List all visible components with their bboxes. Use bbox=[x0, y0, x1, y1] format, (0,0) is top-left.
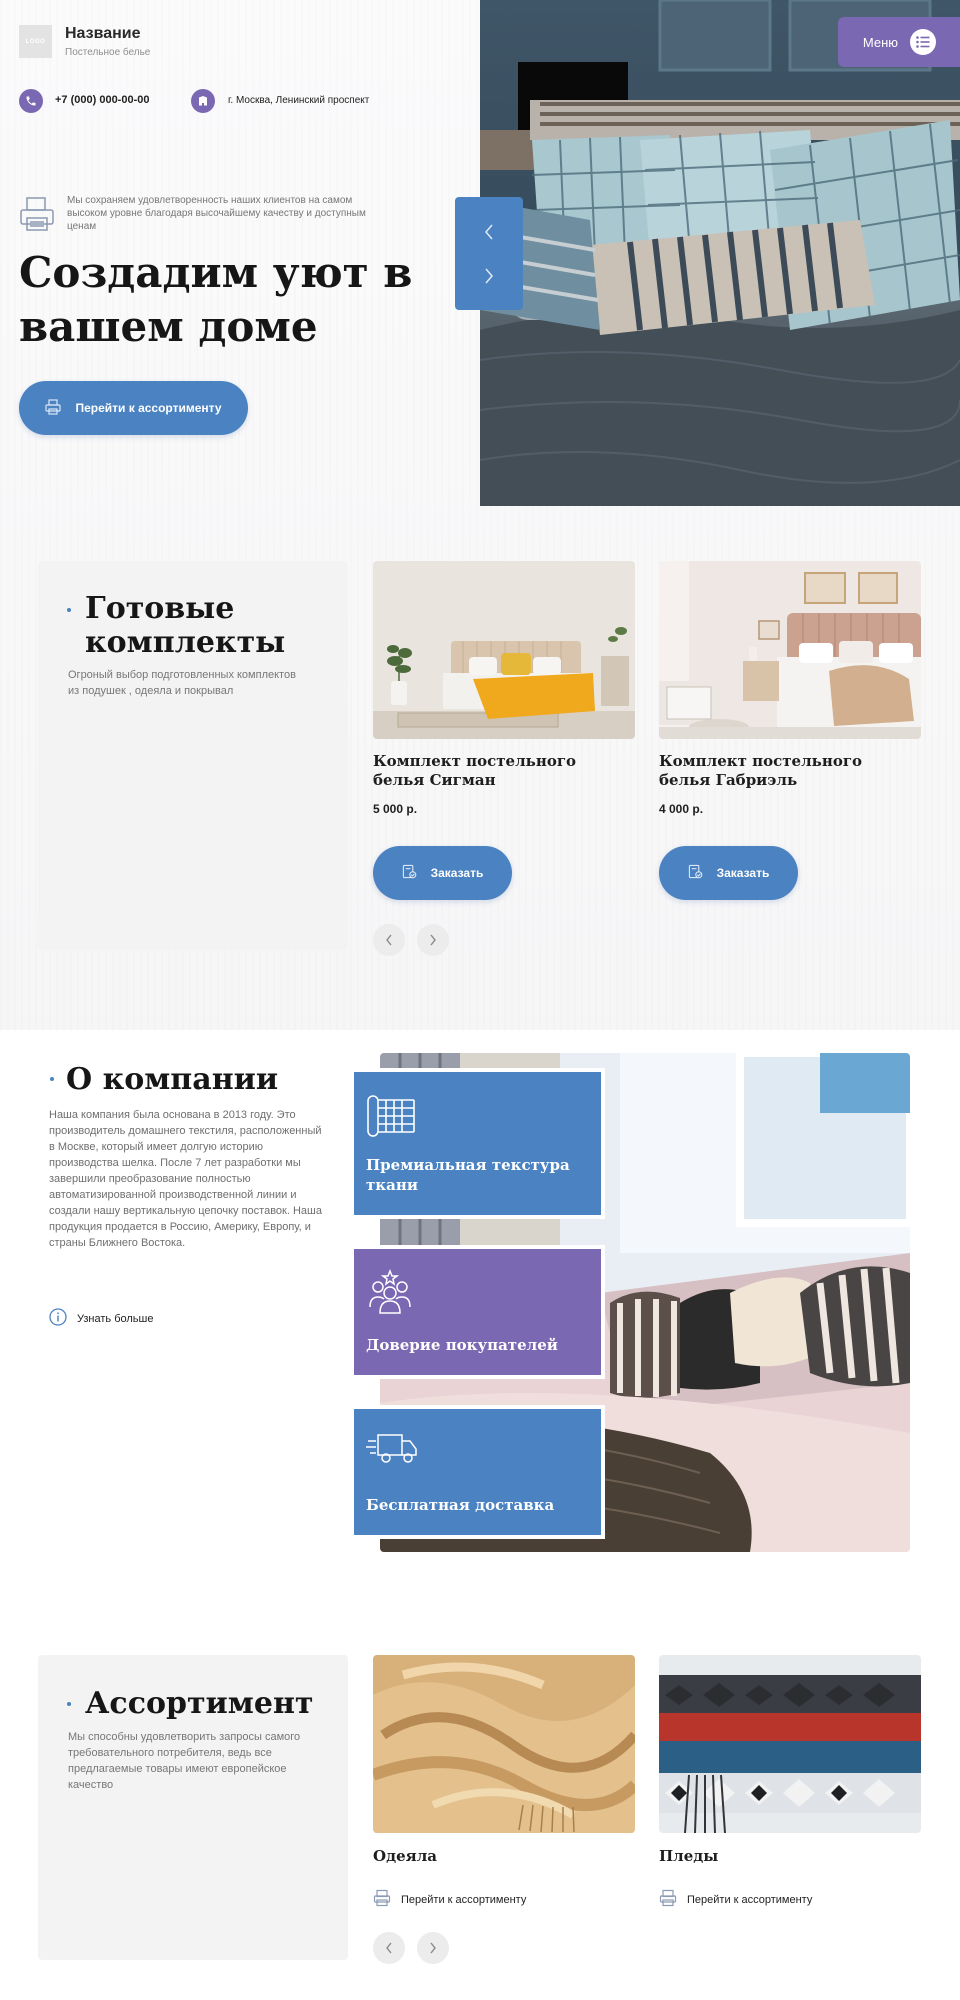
bullet-dot bbox=[67, 608, 71, 612]
info-icon bbox=[49, 1308, 67, 1329]
learn-more-label: Узнать больше bbox=[77, 1312, 154, 1325]
bullet-dot bbox=[50, 1077, 54, 1081]
product-name[interactable]: Комплект постельного белья Сигман bbox=[373, 752, 613, 790]
customers-icon bbox=[366, 1268, 414, 1321]
printer-icon bbox=[373, 1889, 391, 1910]
order-button[interactable]: Заказать bbox=[373, 846, 512, 900]
printer-icon bbox=[659, 1889, 677, 1910]
hero-slider-controls bbox=[455, 197, 523, 310]
category-image-plaids[interactable] bbox=[659, 1655, 921, 1833]
order-button[interactable]: Заказать bbox=[659, 846, 798, 900]
feature-label: Доверие покупателей bbox=[366, 1336, 558, 1354]
feature-premium-texture: Премиальная текстура ткани bbox=[350, 1068, 605, 1219]
category-link-label: Перейти к ассортименту bbox=[401, 1893, 527, 1906]
chevron-left-icon[interactable] bbox=[476, 219, 502, 245]
product-name[interactable]: Комплект постельного белья Габриэль bbox=[659, 752, 899, 790]
about-title: О компании bbox=[66, 1062, 279, 1097]
printer-icon bbox=[45, 398, 62, 418]
chevron-right-icon bbox=[430, 934, 436, 946]
order-button-label: Заказать bbox=[716, 866, 770, 880]
order-button-label: Заказать bbox=[430, 866, 484, 880]
phone-icon bbox=[19, 89, 43, 113]
feature-label: Бесплатная доставка bbox=[366, 1496, 555, 1514]
chevron-right-icon bbox=[430, 1942, 436, 1954]
product-image-gabriel[interactable] bbox=[659, 561, 921, 739]
hero-button-label: Перейти к ассортименту bbox=[75, 401, 222, 415]
chevron-left-icon bbox=[386, 934, 392, 946]
delivery-truck-icon bbox=[366, 1431, 418, 1471]
feature-customer-trust: Доверие покупателей bbox=[350, 1245, 605, 1379]
chevron-left-icon bbox=[386, 1942, 392, 1954]
category-image-blankets[interactable] bbox=[373, 1655, 635, 1833]
sets-description: Огроный выбор подготовленных комплектов … bbox=[68, 669, 296, 697]
about-text: Наша компания была основана в 2013 году.… bbox=[49, 1109, 322, 1249]
go-to-assortment-button[interactable]: Перейти к ассортименту bbox=[19, 381, 248, 435]
menu-label: Меню bbox=[862, 34, 898, 50]
category-link-label: Перейти к ассортименту bbox=[687, 1893, 813, 1906]
address: г. Москва, Ленинский проспект bbox=[228, 95, 370, 106]
assortment-description: Мы способны удовлетворить запросы самого… bbox=[68, 1731, 301, 1791]
hero-title: Создадим уют в вашем доме bbox=[19, 248, 413, 351]
list-icon bbox=[910, 29, 936, 55]
site-name: Название bbox=[65, 25, 141, 42]
category-name[interactable]: Пледы bbox=[659, 1847, 718, 1866]
feature-label: Премиальная текстура ткани bbox=[366, 1156, 570, 1194]
hero-bedroom-image bbox=[480, 0, 960, 506]
category-name[interactable]: Одеяла bbox=[373, 1847, 437, 1866]
category-link[interactable]: Перейти к ассортименту bbox=[373, 1889, 526, 1910]
order-form-icon bbox=[688, 864, 703, 882]
order-form-icon bbox=[402, 864, 417, 882]
assortment-prev-button[interactable] bbox=[373, 1932, 405, 1964]
bullet-dot bbox=[67, 1702, 71, 1706]
assortment-next-button[interactable] bbox=[417, 1932, 449, 1964]
product-price: 5 000 р. bbox=[373, 802, 418, 816]
logo[interactable]: LOGO bbox=[19, 25, 52, 58]
assortment-title: Ассортимент bbox=[85, 1686, 314, 1721]
sets-title: Готовые комплекты bbox=[85, 591, 286, 660]
hero-description: Мы сохраняем удовлетворенность наших кли… bbox=[67, 195, 366, 232]
sets-prev-button[interactable] bbox=[373, 924, 405, 956]
sets-next-button[interactable] bbox=[417, 924, 449, 956]
printer-icon bbox=[19, 196, 55, 237]
product-image-sigman[interactable] bbox=[373, 561, 635, 739]
learn-more-link[interactable]: Узнать больше bbox=[49, 1308, 153, 1329]
building-icon bbox=[191, 89, 215, 113]
fabric-texture-icon bbox=[366, 1092, 418, 1146]
feature-free-delivery: Бесплатная доставка bbox=[350, 1405, 605, 1539]
product-price: 4 000 р. bbox=[659, 802, 704, 816]
chevron-right-icon[interactable] bbox=[476, 263, 502, 289]
menu-button[interactable]: Меню bbox=[838, 17, 960, 67]
site-subtitle: Постельное белье bbox=[65, 47, 151, 58]
phone-number[interactable]: +7 (000) 000-00-00 bbox=[55, 94, 149, 106]
category-link[interactable]: Перейти к ассортименту bbox=[659, 1889, 812, 1910]
